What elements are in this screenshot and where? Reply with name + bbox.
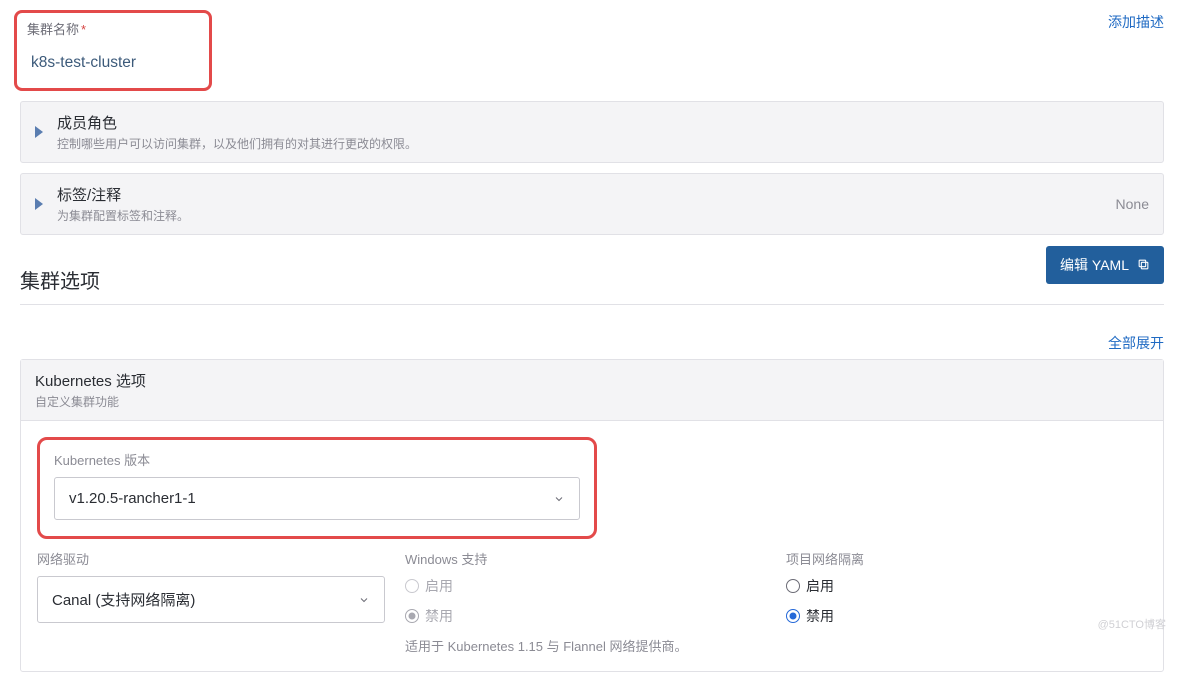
labels-panel[interactable]: 标签/注释 为集群配置标签和注释。 None	[20, 173, 1164, 235]
cluster-name-label: 集群名称*	[23, 19, 203, 38]
network-driver-label: 网络驱动	[37, 549, 385, 568]
expand-icon[interactable]	[35, 126, 43, 138]
labels-subtitle: 为集群配置标签和注释。	[57, 207, 1116, 224]
expand-icon[interactable]	[35, 198, 43, 210]
isolation-enable-radio[interactable]: 启用	[786, 576, 1147, 596]
required-star: *	[81, 22, 86, 37]
isolation-disable-radio[interactable]: 禁用	[786, 606, 1147, 626]
k8s-options-subtitle: 自定义集群功能	[35, 393, 1149, 410]
radio-icon	[405, 609, 419, 623]
edit-yaml-button[interactable]: 编辑 YAML	[1046, 246, 1164, 284]
k8s-version-select[interactable]: v1.20.5-rancher1-1	[54, 477, 580, 520]
copy-icon	[1137, 258, 1150, 271]
windows-support-help: 适用于 Kubernetes 1.15 与 Flannel 网络提供商。	[405, 636, 766, 655]
chevron-down-icon	[553, 493, 565, 505]
cluster-name-input[interactable]	[23, 44, 203, 82]
windows-enable-radio: 启用	[405, 576, 766, 596]
windows-disable-radio: 禁用	[405, 606, 766, 626]
kubernetes-options-header[interactable]: Kubernetes 选项 自定义集群功能	[21, 360, 1163, 421]
windows-support-label: Windows 支持	[405, 549, 766, 568]
expand-all-link[interactable]: 全部展开	[1108, 333, 1164, 351]
k8s-version-highlight: Kubernetes 版本 v1.20.5-rancher1-1	[37, 437, 597, 539]
members-subtitle: 控制哪些用户可以访问集群，以及他们拥有的对其进行更改的权限。	[57, 135, 1149, 152]
kubernetes-options-card: Kubernetes 选项 自定义集群功能 Kubernetes 版本 v1.2…	[20, 359, 1164, 672]
isolation-label: 项目网络隔离	[786, 549, 1147, 568]
labels-title: 标签/注释	[57, 184, 1116, 205]
members-title: 成员角色	[57, 112, 1149, 133]
add-description-link[interactable]: 添加描述	[1108, 10, 1164, 32]
watermark: @51CTO博客	[1098, 616, 1166, 632]
radio-icon	[786, 609, 800, 623]
cluster-options-heading: 集群选项	[20, 265, 100, 294]
members-panel[interactable]: 成员角色 控制哪些用户可以访问集群，以及他们拥有的对其进行更改的权限。	[20, 101, 1164, 163]
network-driver-select[interactable]: Canal (支持网络隔离)	[37, 576, 385, 623]
radio-icon	[405, 579, 419, 593]
k8s-options-title: Kubernetes 选项	[35, 370, 1149, 391]
labels-right-value: None	[1116, 196, 1149, 212]
k8s-version-label: Kubernetes 版本	[54, 450, 580, 469]
chevron-down-icon	[358, 594, 370, 606]
radio-icon	[786, 579, 800, 593]
